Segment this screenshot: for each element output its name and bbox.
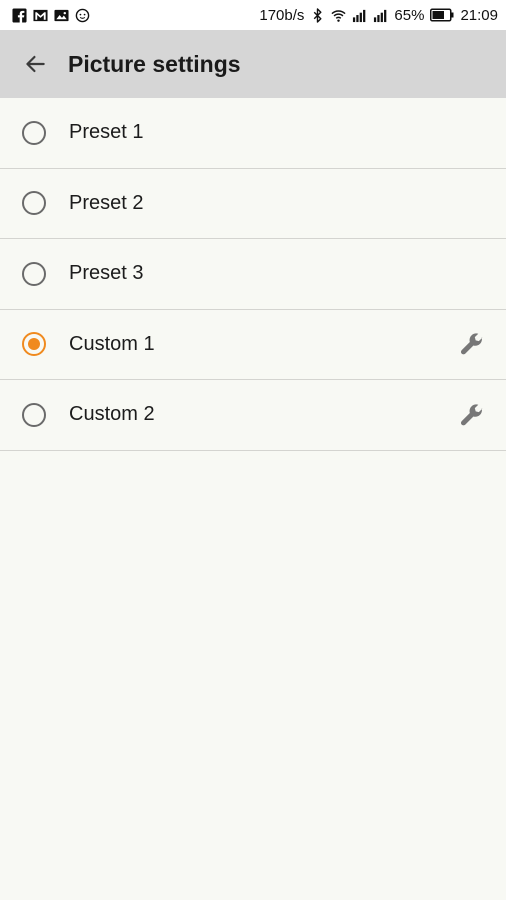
wrench-icon: [460, 404, 483, 426]
clock: 21:09: [460, 6, 498, 24]
option-preset-2[interactable]: Preset 2: [0, 169, 506, 239]
option-label: Preset 3: [69, 262, 144, 285]
radio-button[interactable]: [22, 332, 46, 357]
status-bar: 170b/s 65% 21:09: [0, 0, 506, 30]
option-label: Custom 2: [69, 403, 155, 426]
option-custom-2[interactable]: Custom 2: [0, 380, 506, 451]
edit-custom-1-button[interactable]: [458, 330, 486, 358]
facebook-icon: [12, 7, 27, 23]
option-preset-1[interactable]: Preset 1: [0, 98, 506, 169]
picture-preset-list: Preset 1 Preset 2 Preset 3 Custom 1 Cust…: [0, 98, 506, 451]
radio-button[interactable]: [22, 120, 46, 145]
gallery-icon: [54, 8, 69, 23]
edit-custom-2-button[interactable]: [458, 401, 486, 429]
battery-icon: [430, 8, 454, 23]
wrench-icon: [460, 333, 483, 355]
option-label: Preset 1: [69, 121, 144, 144]
option-custom-1[interactable]: Custom 1: [0, 310, 506, 380]
arrow-back-icon: [26, 55, 45, 73]
signal-icon: [352, 8, 367, 23]
system-status: 170b/s 65% 21:09: [259, 8, 498, 23]
notification-icons: [12, 7, 90, 23]
app-bar: Picture settings: [0, 30, 506, 98]
wifi-icon: [331, 8, 347, 23]
gmail-icon: [33, 8, 48, 23]
radio-button[interactable]: [22, 261, 46, 286]
signal-icon: [373, 8, 388, 23]
radio-button[interactable]: [22, 402, 46, 427]
option-label: Custom 1: [69, 332, 155, 355]
back-button[interactable]: [0, 30, 70, 98]
radio-button[interactable]: [22, 191, 46, 216]
net-speed: 170b/s: [259, 6, 305, 24]
battery-percent: 65%: [394, 6, 425, 24]
face-icon: [75, 8, 90, 23]
option-preset-3[interactable]: Preset 3: [0, 239, 506, 310]
bluetooth-icon: [310, 7, 325, 23]
option-label: Preset 2: [69, 191, 144, 214]
page-title: Picture settings: [68, 50, 241, 77]
